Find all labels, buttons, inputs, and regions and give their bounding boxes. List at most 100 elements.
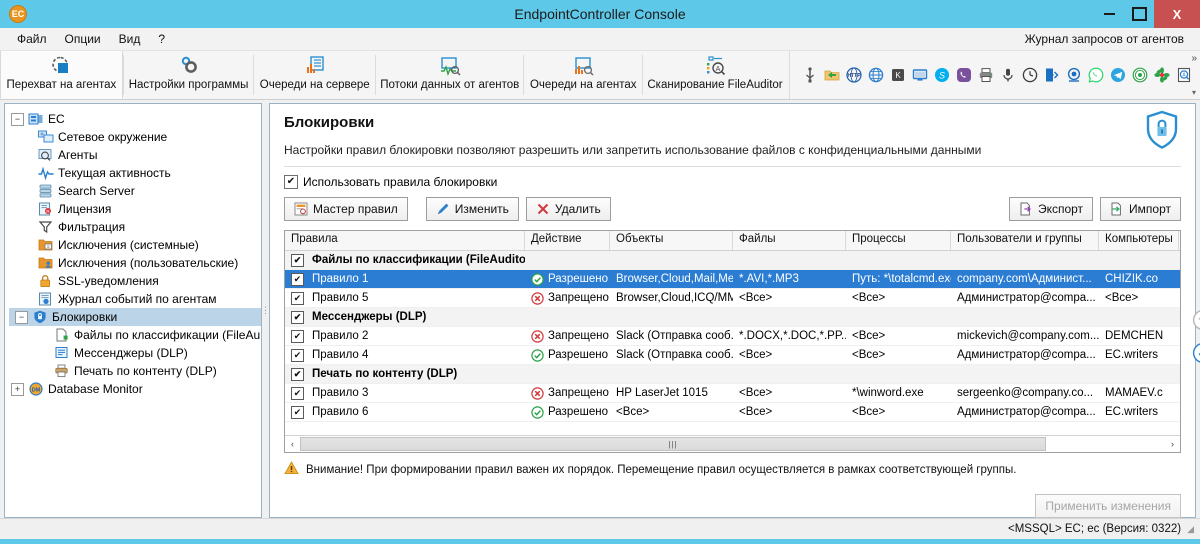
menu-item-help[interactable]: ? <box>149 28 174 50</box>
scroll-right-button[interactable]: › <box>1165 437 1180 452</box>
whatsapp-icon[interactable] <box>1086 65 1106 85</box>
table-row[interactable]: ✔ Правило 2 Запрещено Slack (Отправка со… <box>285 327 1180 346</box>
tree-node-blocking[interactable]: − Блокировки <box>9 308 261 326</box>
row-checkbox[interactable]: ✔ <box>291 291 304 305</box>
skype-icon[interactable]: S <box>932 65 952 85</box>
tree-node-agents[interactable]: Агенты <box>9 146 261 164</box>
resize-grip-icon[interactable]: ◢ <box>1187 524 1194 535</box>
maximize-button[interactable] <box>1124 0 1154 28</box>
table-row[interactable]: ✔ Мессенджеры (DLP) <box>285 308 1180 327</box>
monitor-icon[interactable] <box>910 65 930 85</box>
tree-node-current-activity[interactable]: Текущая активность <box>9 164 261 182</box>
document-search-icon[interactable]: A <box>1174 65 1194 85</box>
menu-item-file[interactable]: Файл <box>8 28 56 50</box>
clock-icon[interactable] <box>1020 65 1040 85</box>
grid-col-header-computers[interactable]: Компьютеры <box>1099 231 1179 250</box>
tree-node-database-monitor[interactable]: + DM Database Monitor <box>9 380 261 398</box>
row-checkbox[interactable]: ✔ <box>291 253 304 267</box>
ribbon-tab-agent-data-flows[interactable]: Потоки данных от агентов <box>376 51 523 99</box>
tree-node-print-by-content[interactable]: Печать по контенту (DLP) <box>9 362 261 380</box>
edit-rule-label: Изменить <box>454 202 509 216</box>
menu-item-options[interactable]: Опции <box>56 28 110 50</box>
row-checkbox[interactable]: ✔ <box>291 386 304 400</box>
viber-icon[interactable] <box>954 65 974 85</box>
tree-node-ec[interactable]: − EC <box>9 110 261 128</box>
ribbon-tab-server-queues[interactable]: Очереди на сервере <box>254 51 375 99</box>
delete-rule-button[interactable]: Удалить <box>525 197 611 221</box>
tree-node-files-by-classification[interactable]: Файлы по классификации (FileAu... <box>9 326 261 344</box>
globe-icon[interactable] <box>866 65 886 85</box>
rule-wizard-button[interactable]: Мастер правил <box>284 197 408 221</box>
export-button[interactable]: Экспорт <box>1008 197 1094 221</box>
table-row[interactable]: ✔ Правило 5 Запрещено Browser,Cloud,ICQ/… <box>285 289 1180 308</box>
icq-icon[interactable] <box>1152 65 1172 85</box>
import-button[interactable]: Импорт <box>1100 197 1181 221</box>
move-down-button[interactable] <box>1192 342 1200 367</box>
keyboard-icon[interactable]: K <box>888 65 908 85</box>
table-row[interactable]: ✔ Правило 4 Разрешено Slack (Отправка со… <box>285 346 1180 365</box>
row-checkbox[interactable]: ✔ <box>291 367 304 381</box>
mail-at-icon[interactable] <box>1130 65 1150 85</box>
grid-cell-computers: <Все> <box>1105 292 1139 304</box>
tree-node-exclusions-system[interactable]: ≡ Исключения (системные) <box>9 236 261 254</box>
row-checkbox[interactable]: ✔ <box>291 348 304 362</box>
row-checkbox[interactable]: ✔ <box>291 272 304 286</box>
close-button[interactable]: X <box>1154 0 1200 28</box>
tree-node-ssl-notifications[interactable]: SSL-уведомления <box>9 272 261 290</box>
use-blocking-rules-checkbox[interactable]: ✔ Использовать правила блокировки <box>284 175 1181 189</box>
ribbon-overflow-button[interactable]: » <box>1191 53 1197 64</box>
usb-icon[interactable] <box>800 65 820 85</box>
logon-icon[interactable] <box>1042 65 1062 85</box>
grid-col-header-users[interactable]: Пользователи и группы <box>951 231 1099 250</box>
grid-horizontal-scrollbar[interactable]: ‹ ||| › <box>285 435 1180 452</box>
telegram-icon[interactable] <box>1108 65 1128 85</box>
grid-col-header-objects[interactable]: Объекты <box>610 231 733 250</box>
agent-request-log-link[interactable]: Журнал запросов от агентов <box>1025 32 1192 46</box>
file-audit-scan-icon: A <box>703 54 727 78</box>
ribbon-tab-fileauditor-scan[interactable]: A Сканирование FileAuditor <box>643 51 787 99</box>
http-icon[interactable]: HTTP <box>844 65 864 85</box>
printer-icon[interactable] <box>976 65 996 85</box>
apply-changes-button[interactable]: Применить изменения <box>1035 494 1181 518</box>
minimize-button[interactable] <box>1094 0 1124 28</box>
folder-share-icon[interactable] <box>822 65 842 85</box>
tree-node-filtering[interactable]: Фильтрация <box>9 218 261 236</box>
tree-toggle-plus-icon[interactable]: + <box>11 382 24 396</box>
grid-col-header-action[interactable]: Действие <box>525 231 610 250</box>
scrollbar-thumb[interactable]: ||| <box>300 437 1046 451</box>
table-row[interactable]: ✔ Правило 3 Запрещено HP LaserJet 1015 <… <box>285 384 1180 403</box>
webcam-icon[interactable] <box>1064 65 1084 85</box>
table-row[interactable]: ✔ Правило 1 Разрешено Browser,Cloud,Mail… <box>285 270 1180 289</box>
chevron-down-icon[interactable]: ▾ <box>1192 88 1196 97</box>
scrollbar-track[interactable]: ||| <box>300 437 1165 451</box>
table-row[interactable]: ✔ Печать по контенту (DLP) <box>285 365 1180 384</box>
edit-rule-button[interactable]: Изменить <box>425 197 519 221</box>
tree-toggle-minus-icon[interactable]: − <box>11 112 24 126</box>
grid-col-header-rule[interactable]: Правила <box>285 231 525 250</box>
ribbon-tab-agent-queues[interactable]: Очереди на агентах <box>524 51 642 99</box>
tree-node-messengers[interactable]: Мессенджеры (DLP) <box>9 344 261 362</box>
grid-col-header-processes[interactable]: Процессы <box>846 231 951 250</box>
tree-node-search-server[interactable]: Search Server <box>9 182 261 200</box>
grid-col-header-files[interactable]: Файлы <box>733 231 846 250</box>
table-row[interactable]: ✔ Правило 6 Разрешено <Все> <Все> <Все> <box>285 403 1180 422</box>
window-title: EndpointController Console <box>514 6 686 22</box>
minimize-icon <box>1103 13 1115 15</box>
tree-toggle-minus-icon[interactable]: − <box>15 310 28 324</box>
microphone-icon[interactable] <box>998 65 1018 85</box>
row-checkbox[interactable]: ✔ <box>291 329 304 343</box>
tree-node-label: Database Monitor <box>48 382 143 396</box>
ribbon-tab-program-settings[interactable]: Настройки программы <box>124 51 254 99</box>
move-up-button[interactable] <box>1192 309 1200 334</box>
scroll-left-button[interactable]: ‹ <box>285 437 300 452</box>
tree-node-agent-event-log[interactable]: Журнал событий по агентам <box>9 290 261 308</box>
tree-node-exclusions-user[interactable]: Исключения (пользовательские) <box>9 254 261 272</box>
ribbon-tab-intercept-agents[interactable]: Перехват на агентах <box>0 51 123 99</box>
row-checkbox[interactable]: ✔ <box>291 405 304 419</box>
tree-node-network[interactable]: Сетевое окружение <box>9 128 261 146</box>
panel-splitter[interactable]: ⋮ <box>261 103 270 518</box>
row-checkbox[interactable]: ✔ <box>291 310 304 324</box>
tree-node-license[interactable]: R Лицензия <box>9 200 261 218</box>
table-row[interactable]: ✔ Файлы по классификации (FileAuditor) <box>285 251 1180 270</box>
menu-item-view[interactable]: Вид <box>110 28 150 50</box>
